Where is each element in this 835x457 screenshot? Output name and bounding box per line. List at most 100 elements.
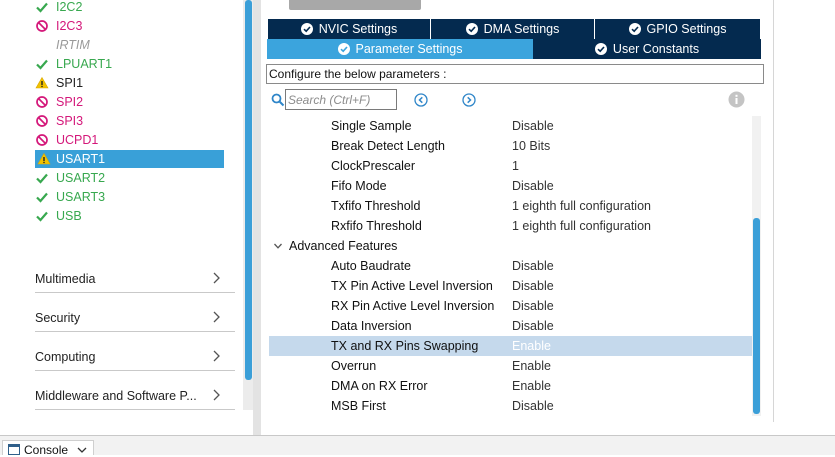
warning-icon — [37, 150, 51, 168]
check-circle-icon — [337, 43, 350, 55]
tab-user-constants[interactable]: User Constants — [533, 39, 761, 59]
parameter-name: TX and RX Pins Swapping — [331, 339, 479, 353]
peripheral-label: USART1 — [56, 152, 106, 166]
bottom-view-bar — [0, 436, 835, 455]
check-icon — [35, 207, 49, 225]
parameter-name: DMA on RX Error — [331, 379, 428, 393]
category-computing[interactable]: Computing — [35, 333, 235, 371]
parameter-value[interactable]: Disable — [512, 396, 554, 416]
chevron-right-icon — [213, 311, 220, 323]
info-icon[interactable] — [728, 91, 745, 108]
parameter-value[interactable]: Enable — [512, 356, 551, 376]
parameter-row[interactable]: Fifo Mode Disable — [269, 176, 752, 196]
warning-icon — [35, 74, 49, 92]
parameter-row[interactable]: Break Detect Length 10 Bits — [269, 136, 752, 156]
configure-parameters-label: Configure the below parameters : — [266, 64, 764, 84]
category-label: Middleware and Software P... — [35, 389, 197, 403]
parameter-value[interactable]: Disable — [512, 316, 554, 336]
previous-result-icon[interactable] — [414, 93, 428, 107]
parameter-row[interactable]: Auto Baudrate Disable — [269, 256, 752, 276]
parameter-name: Data Inversion — [331, 319, 412, 333]
parameter-row[interactable]: Data Inversion Disable — [269, 316, 752, 336]
tab-gpio-settings[interactable]: GPIO Settings — [595, 19, 761, 39]
prohibited-icon — [35, 131, 49, 149]
next-result-icon[interactable] — [462, 93, 476, 107]
parameter-value[interactable]: Disable — [512, 276, 554, 296]
parameter-row[interactable]: TX Pin Active Level Inversion Disable — [269, 276, 752, 296]
check-icon — [35, 188, 49, 206]
tab-label: User Constants — [612, 42, 700, 56]
parameter-value[interactable]: 10 Bits — [512, 136, 550, 156]
parameter-value[interactable]: Disable — [512, 256, 554, 276]
parameter-row[interactable]: Single Sample Disable — [269, 116, 752, 136]
tab-dma-settings[interactable]: DMA Settings — [431, 19, 595, 39]
parameter-row[interactable]: RX Pin Active Level Inversion Disable — [269, 296, 752, 316]
peripheral-label: LPUART1 — [56, 57, 113, 71]
peripheral-item-usart1[interactable]: USART1 — [35, 150, 224, 168]
peripheral-tree-panel: I2C2 I2C3 IRTIM LPUART1 SPI1 SPI2 SPI3 UCPD1 USA… — [0, 0, 246, 410]
parameter-value[interactable]: 1 eighth full configuration — [512, 216, 651, 236]
parameter-name: Overrun — [331, 359, 377, 373]
reset-configuration-button[interactable] — [289, 0, 421, 10]
section-row-advanced-features[interactable]: Advanced Features — [269, 236, 752, 256]
peripheral-label: UCPD1 — [56, 133, 99, 147]
configuration-panel: NVIC Settings DMA Settings GPIO Settings… — [261, 0, 774, 422]
parameter-name: Fifo Mode — [331, 179, 387, 193]
prohibited-icon — [35, 93, 49, 111]
parameter-value[interactable]: Enable — [512, 376, 551, 396]
parameter-row[interactable]: TX and RX Pins Swapping Enable — [269, 336, 752, 356]
chevron-down-icon[interactable] — [273, 241, 283, 251]
parameter-name: Auto Baudrate — [331, 259, 411, 273]
search-input[interactable] — [285, 89, 397, 110]
left-scrollbar-thumb[interactable] — [245, 0, 252, 380]
parameter-row[interactable]: Rxfifo Threshold 1 eighth full configurat… — [269, 216, 752, 236]
tab-label: GPIO Settings — [646, 22, 727, 36]
tab-label: NVIC Settings — [318, 22, 398, 36]
blank-icon — [35, 36, 49, 54]
parameter-name: MSB First — [331, 399, 386, 413]
parameter-value[interactable]: Disable — [512, 176, 554, 196]
parameter-name: Advanced Features — [289, 239, 398, 253]
peripheral-label: USART2 — [56, 171, 106, 185]
peripheral-label: SPI3 — [56, 114, 84, 128]
category-label: Computing — [35, 350, 96, 364]
parameter-value[interactable]: Disable — [512, 116, 554, 136]
chevron-down-icon[interactable] — [77, 446, 87, 454]
parameter-row[interactable]: Txfifo Threshold 1 eighth full configurat… — [269, 196, 752, 216]
parameter-name: Txfifo Threshold — [331, 199, 421, 213]
tab-parameter-settings[interactable]: Parameter Settings — [267, 39, 533, 59]
parameter-value[interactable]: Disable — [512, 296, 554, 316]
check-icon — [35, 55, 49, 73]
parameter-name: Break Detect Length — [331, 139, 445, 153]
category-label: Security — [35, 311, 81, 325]
parameter-table: Single Sample Disable Break Detect Length 1… — [269, 116, 753, 416]
search-icon — [271, 93, 285, 107]
category-security[interactable]: Security — [35, 294, 235, 332]
panel-splitter[interactable] — [253, 0, 261, 435]
check-circle-icon — [628, 23, 641, 35]
peripheral-label: IRTIM — [56, 38, 90, 52]
parameter-row[interactable]: ClockPrescaler 1 — [269, 156, 752, 176]
tab-label: DMA Settings — [483, 22, 560, 36]
parameter-row[interactable]: MSB First Disable — [269, 396, 752, 416]
category-multimedia[interactable]: Multimedia — [35, 255, 235, 293]
parameter-row[interactable]: Overrun Enable — [269, 356, 752, 376]
peripheral-label: SPI2 — [56, 95, 84, 109]
parameter-name: RX Pin Active Level Inversion — [331, 299, 495, 313]
parameter-value[interactable]: 1 — [512, 156, 519, 176]
parameter-value[interactable]: 1 eighth full configuration — [512, 196, 651, 216]
parameter-row[interactable]: DMA on RX Error Enable — [269, 376, 752, 396]
peripheral-label: I2C2 — [56, 0, 83, 14]
peripheral-label: USB — [56, 209, 82, 223]
parameter-name: ClockPrescaler — [331, 159, 416, 173]
parameter-scrollbar-thumb[interactable] — [753, 218, 760, 414]
parameter-name: TX Pin Active Level Inversion — [331, 279, 493, 293]
parameter-value[interactable]: Enable — [512, 336, 551, 356]
peripheral-label: USART3 — [56, 190, 106, 204]
parameter-name: Rxfifo Threshold — [331, 219, 422, 233]
check-circle-icon — [300, 23, 313, 35]
category-middleware[interactable]: Middleware and Software P... — [35, 372, 235, 410]
check-circle-icon — [465, 23, 478, 35]
chevron-right-icon — [213, 389, 220, 401]
tab-nvic-settings[interactable]: NVIC Settings — [268, 19, 431, 39]
